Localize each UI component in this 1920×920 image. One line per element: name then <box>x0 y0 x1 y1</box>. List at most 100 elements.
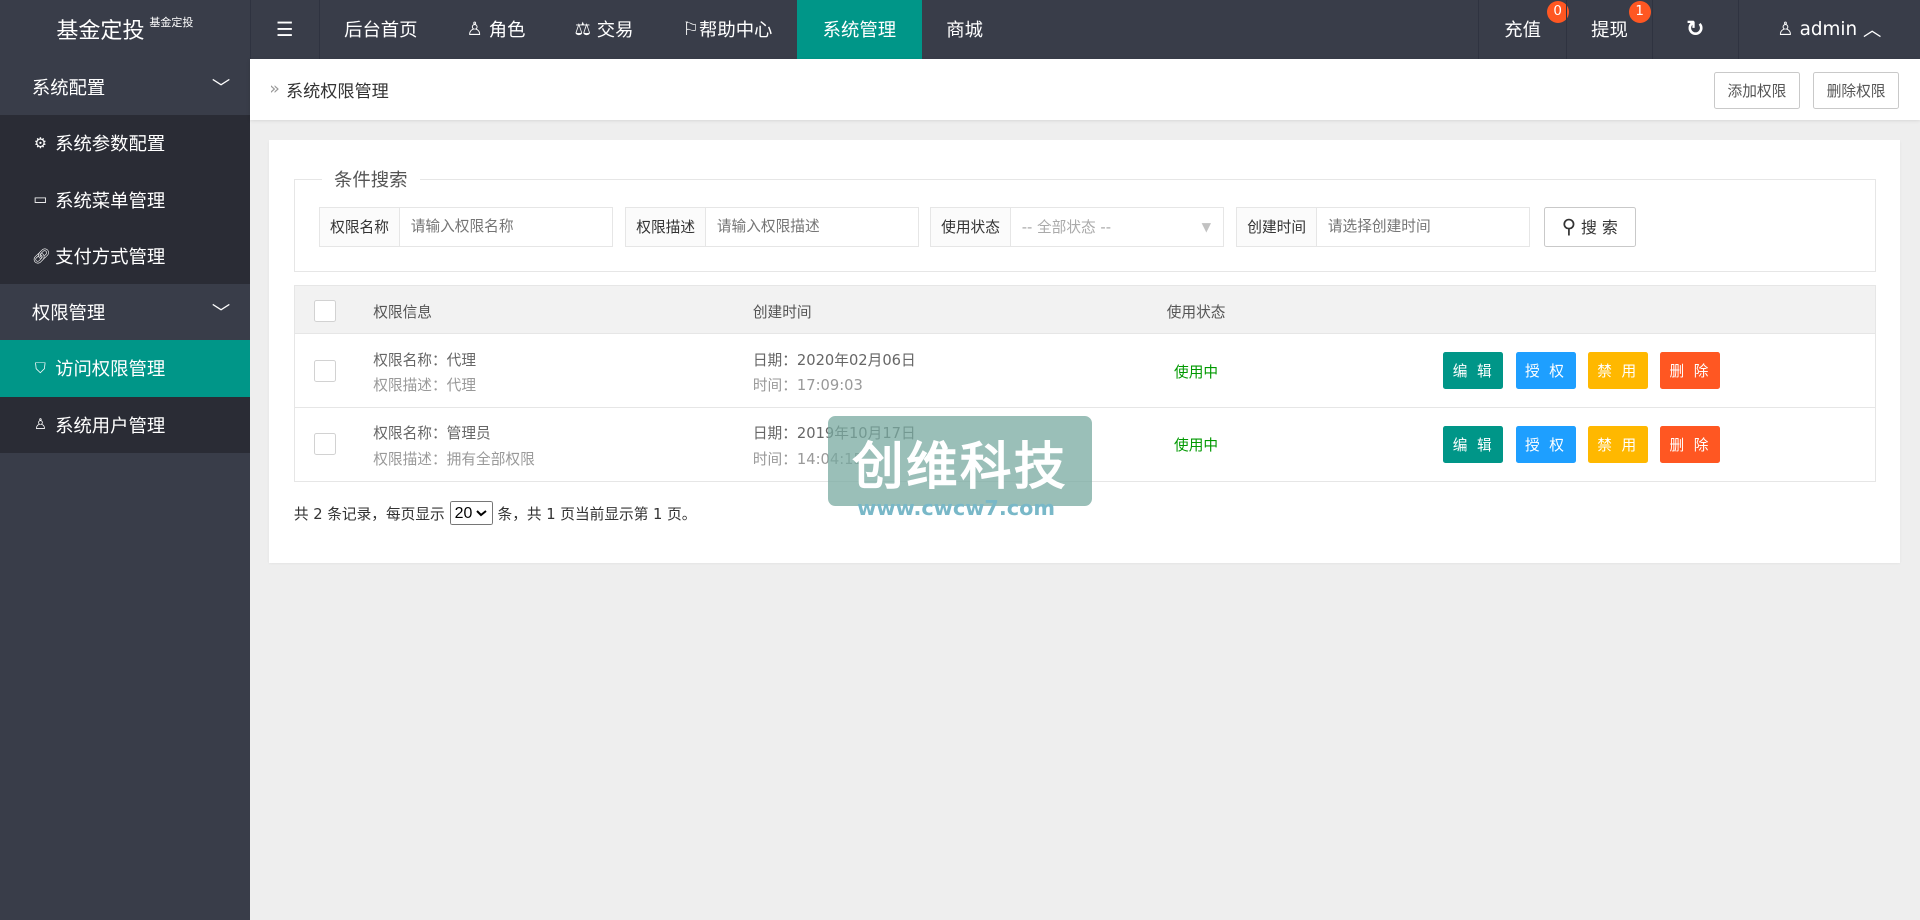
double-chevron-icon: » <box>269 79 280 100</box>
logo-sub: 基金定投 <box>149 16 194 30</box>
user-icon: ♙ <box>466 18 489 40</box>
field-label: 创建时间 <box>1237 207 1317 247</box>
perm-name: 权限名称：管理员 <box>373 425 491 443</box>
perm-desc: 权限描述：代理 <box>373 377 477 395</box>
time-input[interactable] <box>1316 207 1530 247</box>
perm-name: 权限名称：代理 <box>373 351 477 369</box>
item-label: 访问权限管理 <box>55 359 166 381</box>
flag-icon: ⚐ <box>682 18 699 40</box>
row-checkbox[interactable] <box>314 433 337 456</box>
shield-icon: ⛉ <box>34 359 46 377</box>
withdraw-label: 提现 <box>1591 20 1628 42</box>
search-fieldset: 条件搜索 权限名称 权限描述 使用状态 -- 全部状态 -- ▼ 创建时间 ⚲搜 索 <box>293 166 1876 272</box>
watermark-url: www.cwcw7.com <box>857 495 1056 520</box>
sidebar-group-permission[interactable]: 权限管理 ﹀ <box>0 284 250 340</box>
disable-button[interactable]: 禁 用 <box>1587 352 1648 390</box>
sidebar: 系统配置 ﹀ ⚙ 系统参数配置 ▭ 系统菜单管理 🔗︎ 支付方式管理 权限管理 ﹀ ⛉ 访问… <box>0 58 250 920</box>
field-label: 使用状态 <box>931 207 1011 247</box>
pagination-prefix: 共 2 条记录，每页显示 <box>293 505 445 523</box>
delete-button[interactable]: 删 除 <box>1660 352 1721 390</box>
recharge-button[interactable]: 充值 0 <box>1478 0 1569 59</box>
delete-permission-button[interactable]: 删除权限 <box>1813 72 1899 109</box>
authorize-button[interactable]: 授 权 <box>1515 352 1576 390</box>
user-menu[interactable]: ♙ admin ︿ <box>1737 0 1920 59</box>
status-field: 使用状态 -- 全部状态 -- ▼ <box>930 206 1225 248</box>
nav-label: 交易 <box>596 20 634 42</box>
sidebar-item-params[interactable]: ⚙ 系统参数配置 <box>0 115 250 172</box>
search-legend: 条件搜索 <box>321 166 420 193</box>
status-select[interactable]: -- 全部状态 -- ▼ <box>1011 208 1224 246</box>
sidebar-item-users[interactable]: ♙ 系统用户管理 <box>0 396 250 453</box>
search-icon: ⚲ <box>1561 215 1577 239</box>
logo-text: 基金定投 <box>56 19 145 45</box>
field-label: 权限名称 <box>320 207 400 247</box>
edit-button[interactable]: 编 辑 <box>1443 425 1504 463</box>
pagination: 共 2 条记录，每页显示 20 条，共 1 页当前显示第 1 页。 <box>293 500 697 526</box>
watermark: 创维科技 <box>827 416 1093 506</box>
top-right: 充值 0 提现 1 ↻ ♙ admin ︿ <box>1478 0 1920 59</box>
withdraw-badge: 1 <box>1628 1 1651 24</box>
link-icon: 🔗︎ <box>31 247 51 265</box>
window-icon: ▭ <box>33 191 48 209</box>
select-all-checkbox[interactable] <box>314 299 337 322</box>
status-badge: 使用中 <box>1174 437 1219 455</box>
top-nav: 后台首页 ♙ 角色 ⚖ 交易 ⚐ 帮助中心 系统管理 商城 <box>320 0 1008 59</box>
col-time: 创建时间 <box>752 303 812 321</box>
refresh-icon[interactable]: ↻ <box>1651 0 1738 59</box>
top-bar: 基金定投 基金定投 ☰ 后台首页 ♙ 角色 ⚖ 交易 ⚐ 帮助中心 系统管理 商城 … <box>0 0 1920 59</box>
sidebar-item-menu[interactable]: ▭ 系统菜单管理 <box>0 171 250 228</box>
item-label: 系统菜单管理 <box>55 190 166 212</box>
gear-icon: ⚙ <box>33 134 47 152</box>
sidebar-item-access[interactable]: ⛉ 访问权限管理 <box>0 340 250 397</box>
nav-label: 帮助中心 <box>698 20 773 42</box>
desc-field: 权限描述 <box>625 206 920 248</box>
status-value: -- 全部状态 -- <box>1021 219 1111 237</box>
time-field: 创建时间 <box>1236 206 1531 248</box>
nav-trade[interactable]: ⚖ 交易 <box>550 0 658 59</box>
watermark-text: 创维科技 <box>852 436 1068 497</box>
sidebar-item-payment[interactable]: 🔗︎ 支付方式管理 <box>0 227 250 285</box>
withdraw-button[interactable]: 提现 1 <box>1566 0 1652 59</box>
delete-button[interactable]: 删 除 <box>1660 425 1721 463</box>
name-input[interactable] <box>399 207 613 247</box>
page-size-select[interactable]: 20 <box>449 500 493 526</box>
status-badge: 使用中 <box>1174 363 1219 381</box>
breadcrumb: » 系统权限管理 添加权限 删除权限 <box>249 58 1920 120</box>
sidebar-group-config[interactable]: 系统配置 ﹀ <box>0 59 250 115</box>
user-icon: ♙ <box>33 416 47 434</box>
group-label: 系统配置 <box>31 77 106 99</box>
scale-icon: ⚖ <box>574 18 597 40</box>
field-label: 权限描述 <box>626 207 706 247</box>
menu-toggle-icon[interactable]: ☰ <box>249 0 320 59</box>
chevron-down-icon: ﹀ <box>211 77 231 99</box>
pagination-suffix: 条，共 1 页当前显示第 1 页。 <box>497 505 697 523</box>
search-button[interactable]: ⚲ 搜 索 <box>1543 206 1636 248</box>
nav-label: 角色 <box>488 20 526 42</box>
name-field: 权限名称 <box>319 206 614 248</box>
row-checkbox[interactable] <box>314 359 337 382</box>
add-permission-button[interactable]: 添加权限 <box>1714 72 1800 109</box>
username: admin <box>1799 18 1858 40</box>
nav-help[interactable]: ⚐ 帮助中心 <box>658 0 797 59</box>
caret-down-icon: ▼ <box>1201 219 1211 234</box>
nav-home[interactable]: 后台首页 <box>320 0 442 59</box>
nav-system[interactable]: 系统管理 <box>796 0 922 59</box>
disable-button[interactable]: 禁 用 <box>1587 425 1648 463</box>
authorize-button[interactable]: 授 权 <box>1515 425 1576 463</box>
created-date: 日期：2020年02月06日 <box>752 351 916 369</box>
logo: 基金定投 基金定投 <box>0 0 250 59</box>
recharge-label: 充值 <box>1504 20 1541 42</box>
created-time: 时间：17:09:03 <box>752 377 863 395</box>
page-title: 系统权限管理 <box>285 81 389 102</box>
nav-mall[interactable]: 商城 <box>922 0 1008 59</box>
perm-desc: 权限描述：拥有全部权限 <box>373 450 535 468</box>
chevron-up-icon: ︿ <box>1857 20 1882 42</box>
col-info: 权限信息 <box>373 303 432 321</box>
col-status: 使用状态 <box>1166 303 1226 321</box>
item-label: 支付方式管理 <box>55 246 166 268</box>
desc-input[interactable] <box>705 207 919 247</box>
user-icon: ♙ <box>1777 18 1800 40</box>
nav-role[interactable]: ♙ 角色 <box>442 0 550 59</box>
edit-button[interactable]: 编 辑 <box>1443 352 1504 390</box>
item-label: 系统用户管理 <box>55 415 166 437</box>
